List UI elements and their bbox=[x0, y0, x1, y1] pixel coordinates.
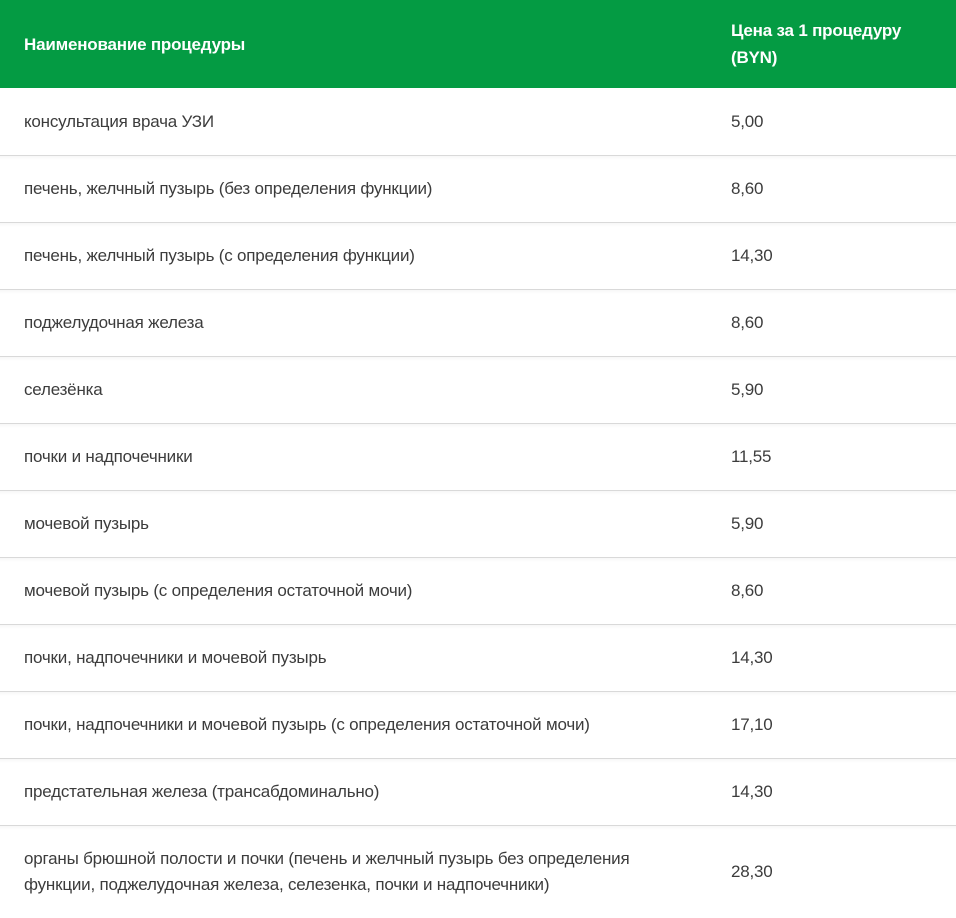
procedure-name: почки, надпочечники и мочевой пузырь bbox=[0, 625, 728, 691]
procedure-name: печень, желчный пузырь (без определения … bbox=[0, 156, 728, 222]
procedures-price-table: Наименование процедуры Цена за 1 процеду… bbox=[0, 0, 956, 918]
procedure-price: 8,60 bbox=[728, 290, 956, 356]
table-header-row: Наименование процедуры Цена за 1 процеду… bbox=[0, 0, 956, 88]
procedure-name: консультация врача УЗИ bbox=[0, 89, 728, 155]
procedure-name: почки и надпочечники bbox=[0, 424, 728, 490]
procedure-name: органы брюшной полости и почки (печень и… bbox=[0, 826, 728, 918]
column-header-procedure-name: Наименование процедуры bbox=[0, 31, 728, 58]
table-row: мочевой пузырь 5,90 bbox=[0, 490, 956, 557]
procedure-price: 14,30 bbox=[728, 625, 956, 691]
procedure-name: поджелудочная железа bbox=[0, 290, 728, 356]
procedure-name: селезёнка bbox=[0, 357, 728, 423]
procedure-price: 11,55 bbox=[728, 424, 956, 490]
procedure-name: печень, желчный пузырь (с определения фу… bbox=[0, 223, 728, 289]
table-row: мочевой пузырь (с определения остаточной… bbox=[0, 557, 956, 624]
table-row: селезёнка 5,90 bbox=[0, 356, 956, 423]
table-row: печень, желчный пузырь (с определения фу… bbox=[0, 222, 956, 289]
procedure-name: предстательная железа (трансабдоминально… bbox=[0, 759, 728, 825]
table-row: почки, надпочечники и мочевой пузырь (с … bbox=[0, 691, 956, 758]
table-row: печень, желчный пузырь (без определения … bbox=[0, 155, 956, 222]
procedure-price: 5,00 bbox=[728, 89, 956, 155]
procedure-price: 5,90 bbox=[728, 357, 956, 423]
procedure-price: 14,30 bbox=[728, 759, 956, 825]
procedure-price: 8,60 bbox=[728, 558, 956, 624]
procedure-price: 8,60 bbox=[728, 156, 956, 222]
table-body: консультация врача УЗИ 5,00 печень, желч… bbox=[0, 88, 956, 918]
column-header-price: Цена за 1 процедуру (BYN) bbox=[728, 17, 956, 71]
procedure-price: 14,30 bbox=[728, 223, 956, 289]
procedure-name: почки, надпочечники и мочевой пузырь (с … bbox=[0, 692, 728, 758]
procedure-name: мочевой пузырь bbox=[0, 491, 728, 557]
procedure-price: 17,10 bbox=[728, 692, 956, 758]
table-row: почки, надпочечники и мочевой пузырь 14,… bbox=[0, 624, 956, 691]
procedure-price: 28,30 bbox=[728, 839, 956, 905]
table-row: предстательная железа (трансабдоминально… bbox=[0, 758, 956, 825]
table-row: органы брюшной полости и почки (печень и… bbox=[0, 825, 956, 918]
table-row: поджелудочная железа 8,60 bbox=[0, 289, 956, 356]
table-row: консультация врача УЗИ 5,00 bbox=[0, 88, 956, 155]
table-row: почки и надпочечники 11,55 bbox=[0, 423, 956, 490]
procedure-price: 5,90 bbox=[728, 491, 956, 557]
procedure-name: мочевой пузырь (с определения остаточной… bbox=[0, 558, 728, 624]
